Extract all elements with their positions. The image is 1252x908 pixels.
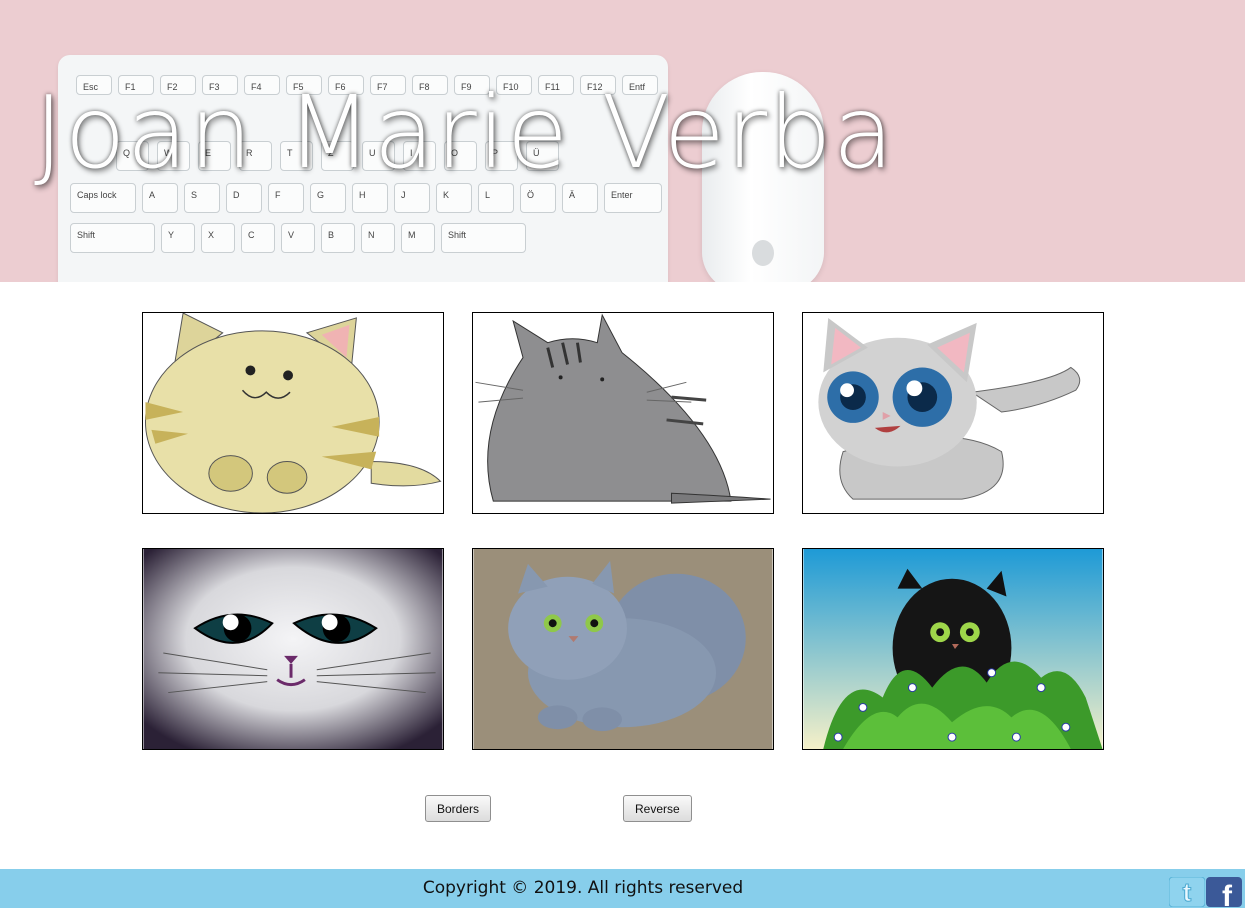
keyboard-key: X xyxy=(201,223,235,253)
facebook-icon[interactable]: f xyxy=(1206,877,1242,907)
copyright-text: Copyright © 2019. All rights reserved xyxy=(422,878,744,898)
keyboard-key: M xyxy=(401,223,435,253)
gallery-image-cat-face[interactable] xyxy=(142,548,444,750)
borders-button[interactable]: Borders xyxy=(425,795,492,822)
gallery-image-fluffy-cat[interactable] xyxy=(472,548,774,750)
apple-logo-icon xyxy=(752,240,774,266)
header-banner: Esc F1 F2 F3 F4 F5 F6 F7 F8 F9 F10 F11 F12 Entf Q W E R T Z… xyxy=(0,0,1245,282)
keyboard-key: Y xyxy=(161,223,195,253)
twitter-icon[interactable]: t xyxy=(1169,877,1205,907)
svg-text:t: t xyxy=(1183,877,1192,907)
keyboard-key: C xyxy=(241,223,275,253)
reverse-button[interactable]: Reverse xyxy=(623,795,692,822)
svg-text:f: f xyxy=(1222,880,1233,907)
gallery-image-black-cat[interactable] xyxy=(802,548,1104,750)
keyboard-key: N xyxy=(361,223,395,253)
gallery-image-big-eyes-cat[interactable] xyxy=(802,312,1104,514)
keyboard-key: V xyxy=(281,223,315,253)
gallery-image-gray-cat[interactable] xyxy=(472,312,774,514)
gallery-image-yellow-cat[interactable] xyxy=(142,312,444,514)
keyboard-key: Shift xyxy=(70,223,155,253)
footer: Copyright © 2019. All rights reserved t … xyxy=(0,869,1245,908)
keyboard-key: Shift xyxy=(441,223,526,253)
keyboard-key: B xyxy=(321,223,355,253)
site-title: Joan Marie Verba xyxy=(34,74,895,191)
